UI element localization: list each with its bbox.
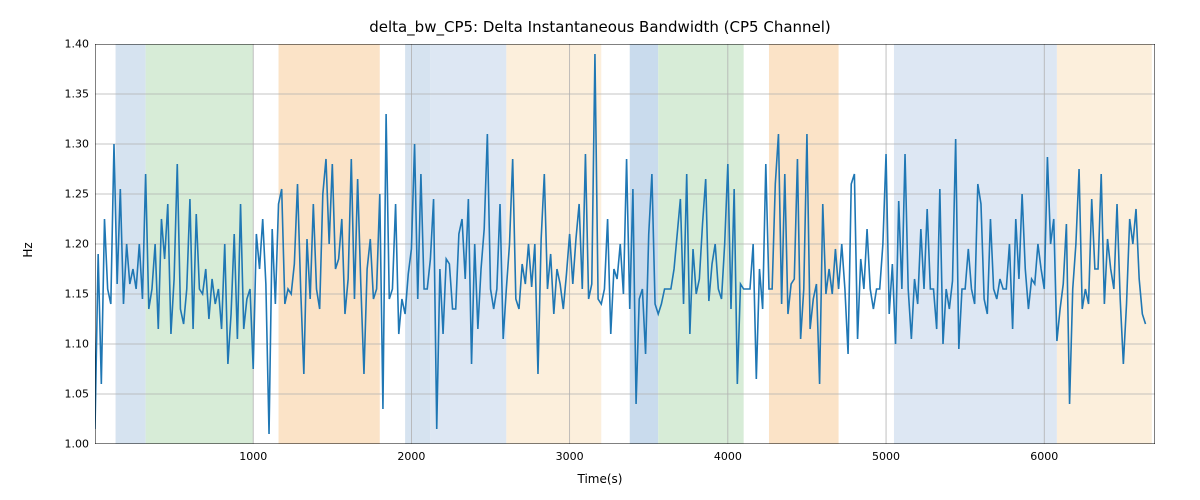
x-tick-label: 4000	[714, 450, 742, 463]
x-axis-label: Time(s)	[0, 472, 1200, 486]
plot-svg	[95, 44, 1155, 444]
x-tick-label: 6000	[1030, 450, 1058, 463]
chart-title: delta_bw_CP5: Delta Instantaneous Bandwi…	[0, 18, 1200, 36]
y-tick-label: 1.35	[65, 88, 90, 101]
y-tick-label: 1.30	[65, 138, 90, 151]
x-tick-label: 2000	[397, 450, 425, 463]
y-tick-label: 1.10	[65, 338, 90, 351]
y-tick-label: 1.25	[65, 188, 90, 201]
x-tick-label: 5000	[872, 450, 900, 463]
y-tick-label: 1.00	[65, 438, 90, 451]
y-tick-label: 1.15	[65, 288, 90, 301]
y-tick-label: 1.05	[65, 388, 90, 401]
y-axis-label: Hz	[20, 0, 35, 500]
figure: delta_bw_CP5: Delta Instantaneous Bandwi…	[0, 0, 1200, 500]
axes: 100020003000400050006000 1.001.051.101.1…	[95, 44, 1155, 444]
y-tick-label: 1.20	[65, 238, 90, 251]
y-tick-label: 1.40	[65, 38, 90, 51]
x-tick-label: 3000	[556, 450, 584, 463]
x-tick-label: 1000	[239, 450, 267, 463]
